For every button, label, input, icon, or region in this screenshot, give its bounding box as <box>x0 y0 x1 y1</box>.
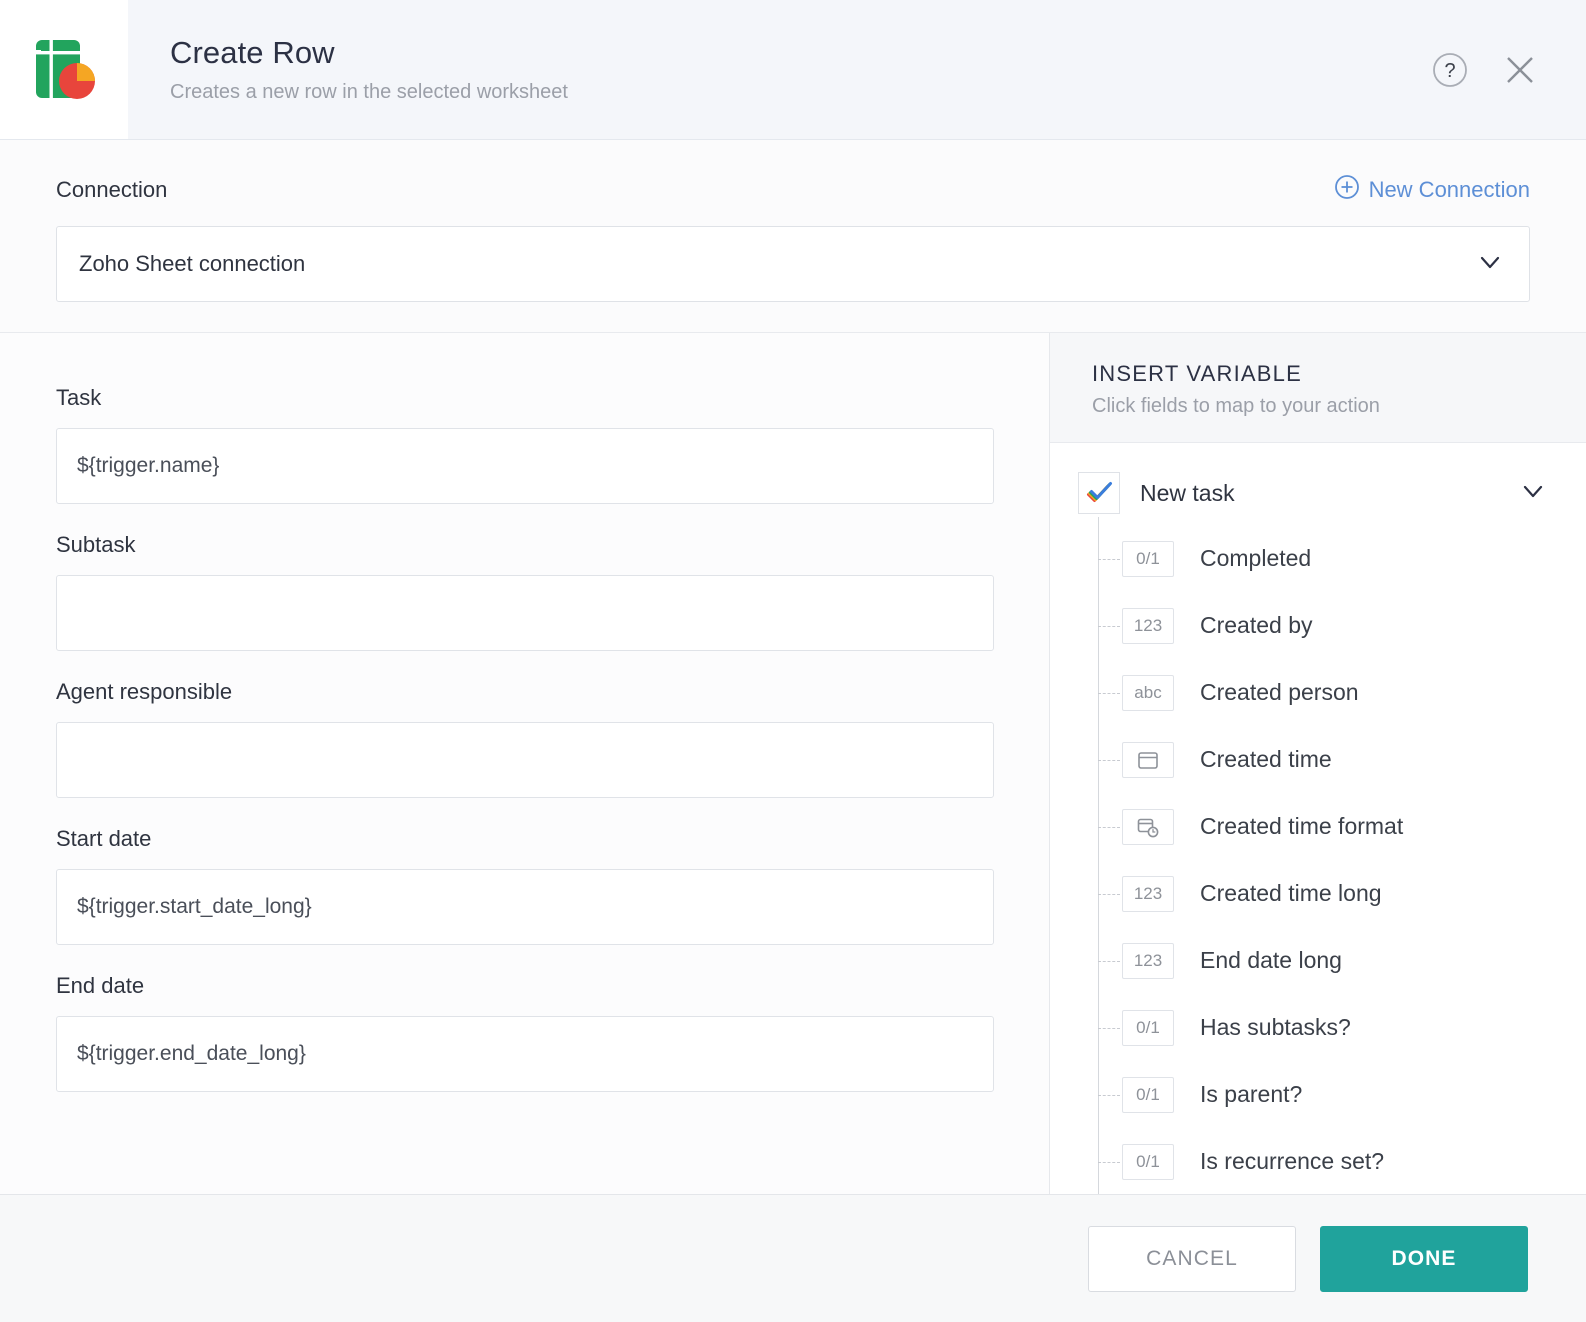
variable-item[interactable]: 123 Created by <box>1098 592 1586 659</box>
variable-item[interactable]: abc Created person <box>1098 659 1586 726</box>
svg-text:?: ? <box>1444 60 1455 82</box>
variable-item-label: Created time format <box>1200 813 1404 839</box>
new-connection-label: New Connection <box>1368 177 1530 202</box>
field-task: Task <box>56 385 994 504</box>
variable-item[interactable]: Created time <box>1098 726 1586 793</box>
type-chip: 123 <box>1122 875 1174 912</box>
dialog-header: Create Row Creates a new row in the sele… <box>0 0 1586 140</box>
field-label-end-date: End date <box>56 973 145 998</box>
connection-label: Connection <box>56 177 168 202</box>
type-chip: 123 <box>1122 942 1174 979</box>
variable-item-label: Has subtasks? <box>1200 1014 1351 1040</box>
type-chip: 0/1 <box>1122 1143 1174 1180</box>
type-chip: 0/1 <box>1122 1009 1174 1046</box>
calendar-icon <box>1122 741 1174 778</box>
variable-item-label: Created time <box>1200 746 1332 772</box>
variable-item-label: Completed <box>1200 545 1312 571</box>
header-text-block: Create Row Creates a new row in the sele… <box>128 0 1428 139</box>
end-date-input[interactable] <box>56 1016 994 1092</box>
variable-group-label: New task <box>1140 479 1235 506</box>
field-label-agent-responsible: Agent responsible <box>56 679 233 704</box>
type-chip: 123 <box>1122 607 1174 644</box>
variable-item[interactable]: 0/1 Completed <box>1098 525 1586 592</box>
page-title: Create Row <box>170 35 335 71</box>
calendar-clock-icon <box>1122 808 1174 845</box>
variable-item[interactable]: 123 End date long <box>1098 927 1586 994</box>
done-button[interactable]: DONE <box>1320 1225 1528 1292</box>
colored-checkmark-icon <box>1078 472 1120 514</box>
chevron-down-icon <box>1475 247 1505 282</box>
task-input[interactable] <box>56 428 994 504</box>
close-icon[interactable] <box>1498 48 1542 92</box>
variable-item[interactable]: 0/1 Has subtasks? <box>1098 994 1586 1061</box>
variable-group-new-task[interactable]: New task <box>1050 465 1586 521</box>
dialog-footer: CANCEL DONE <box>0 1194 1586 1322</box>
connection-selected-value: Zoho Sheet connection <box>79 251 306 276</box>
form-pane: Task Subtask Agent responsible Start dat… <box>0 333 1050 1194</box>
cancel-button[interactable]: CANCEL <box>1088 1225 1296 1292</box>
field-agent-responsible: Agent responsible <box>56 679 994 798</box>
insert-variable-pane: INSERT VARIABLE Click fields to map to y… <box>1050 333 1586 1194</box>
field-end-date: End date <box>56 973 994 1092</box>
zoho-sheet-icon <box>28 34 100 106</box>
insert-variable-body: New task 0/1 Completed 123 Created by abc Cre… <box>1050 443 1586 1194</box>
variable-tree: 0/1 Completed 123 Created by abc Created pers… <box>1050 517 1586 1194</box>
field-subtask: Subtask <box>56 532 994 651</box>
type-chip: 0/1 <box>1122 540 1174 577</box>
insert-variable-subtitle: Click fields to map to your action <box>1092 395 1380 417</box>
variable-item[interactable]: Created time format <box>1098 793 1586 860</box>
type-chip: 0/1 <box>1122 1076 1174 1113</box>
connection-select[interactable]: Zoho Sheet connection <box>56 226 1530 302</box>
dialog-body: Task Subtask Agent responsible Start dat… <box>0 333 1586 1194</box>
insert-variable-header: INSERT VARIABLE Click fields to map to y… <box>1050 333 1586 443</box>
insert-variable-title: INSERT VARIABLE <box>1092 361 1302 386</box>
variable-item-label: Created by <box>1200 612 1313 638</box>
chevron-down-icon[interactable] <box>1518 476 1548 511</box>
help-circle-icon[interactable]: ? <box>1428 48 1472 92</box>
agent-responsible-input[interactable] <box>56 722 994 798</box>
field-label-subtask: Subtask <box>56 532 136 557</box>
variable-item[interactable]: 123 Created time long <box>1098 860 1586 927</box>
variable-item-label: Created time long <box>1200 880 1382 906</box>
field-label-start-date: Start date <box>56 826 152 851</box>
subtask-input[interactable] <box>56 575 994 651</box>
create-row-dialog: Create Row Creates a new row in the sele… <box>0 0 1586 1322</box>
app-icon-cell <box>0 0 128 139</box>
connection-row: Connection New Connection <box>56 174 1530 206</box>
field-start-date: Start date <box>56 826 994 945</box>
variable-item-label: Is parent? <box>1200 1081 1303 1107</box>
connection-section: Connection New Connection Zoho Sheet con… <box>0 140 1586 333</box>
page-subtitle: Creates a new row in the selected worksh… <box>170 80 568 103</box>
new-connection-button[interactable]: New Connection <box>1334 174 1530 206</box>
field-label-task: Task <box>56 385 102 410</box>
variable-item-label: Created person <box>1200 679 1359 705</box>
variable-item[interactable]: 0/1 Is recurrence set? <box>1098 1128 1586 1194</box>
start-date-input[interactable] <box>56 869 994 945</box>
header-actions: ? <box>1428 0 1586 139</box>
plus-circle-icon <box>1334 174 1360 206</box>
variable-item-label: End date long <box>1200 947 1342 973</box>
type-chip: abc <box>1122 674 1174 711</box>
variable-item-label: Is recurrence set? <box>1200 1148 1385 1174</box>
variable-item[interactable]: 0/1 Is parent? <box>1098 1061 1586 1128</box>
